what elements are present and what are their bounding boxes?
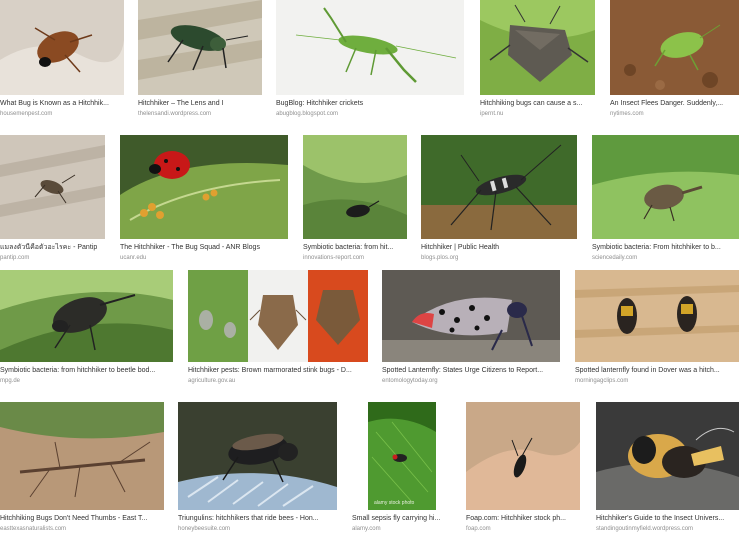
mosquito-image[interactable]: [421, 135, 577, 239]
result-caption[interactable]: Spotted Lanternfly: States Urge Citizens…: [382, 366, 560, 375]
result-caption[interactable]: Foap.com: Hitchhiker stock ph...: [466, 514, 580, 523]
image-result[interactable]: Spotted lanternfly found in Dover was a …: [575, 270, 739, 385]
result-source: blogs.plos.org: [421, 255, 459, 261]
image-result[interactable]: Hitchhiker's Guide to the Insect Univers…: [596, 402, 739, 533]
result-source: standingoutinmyfield.wordpress.com: [596, 526, 694, 532]
result-caption[interactable]: Hitchhiking bugs can cause a s...: [480, 99, 595, 108]
result-caption[interactable]: What Bug is Known as a Hitchhik...: [0, 99, 124, 108]
result-caption[interactable]: Hitchhiker – The Lens and I: [138, 99, 262, 108]
bee-closeup-image[interactable]: [596, 402, 739, 510]
image-results-grid: What Bug is Known as a Hitchhik... house…: [0, 0, 739, 542]
result-caption[interactable]: Small sepsis fly carrying hi...: [352, 514, 452, 523]
image-result[interactable]: What Bug is Known as a Hitchhik... house…: [0, 0, 124, 118]
bed-bug-image[interactable]: [0, 0, 124, 95]
image-result[interactable]: Hitchhiker – The Lens and I thelensandi.…: [138, 0, 262, 118]
weevil-green-image[interactable]: [303, 135, 407, 239]
image-result[interactable]: BugBlog: Hitchhiker crickets abugblog.bl…: [276, 0, 464, 118]
image-result[interactable]: alamy stock photo Small sepsis fly carry…: [352, 402, 452, 533]
image-result[interactable]: An Insect Flees Danger. Suddenly,... nyt…: [610, 0, 739, 118]
sepsis-fly-image[interactable]: alamy stock photo: [352, 402, 452, 510]
result-source: sciencedaily.com: [592, 255, 638, 261]
green-aphid-soil-image[interactable]: [610, 0, 739, 95]
image-result[interactable]: Hitchhiking bugs can cause a s... ipernt…: [480, 0, 595, 118]
image-result[interactable]: Hitchhiking Bugs Don't Need Thumbs - Eas…: [0, 402, 164, 533]
bee-triungulins-image[interactable]: [178, 402, 337, 510]
collage-panel-left: [188, 270, 248, 362]
result-source: mpg.de: [0, 378, 21, 384]
lanternfly-pair-image[interactable]: [575, 270, 739, 362]
result-caption[interactable]: Hitchhiker's Guide to the Insect Univers…: [596, 514, 739, 523]
result-source: agriculture.gov.au: [188, 378, 236, 384]
result-caption[interactable]: Hitchhiker pests: Brown marmorated stink…: [188, 366, 368, 375]
result-caption[interactable]: An Insect Flees Danger. Suddenly,...: [610, 99, 739, 108]
stink-bug-leaf-image[interactable]: [480, 0, 595, 95]
beetle-leaf-closeup-image[interactable]: [0, 270, 173, 362]
image-result[interactable]: แมลงตัวนี้คือตัวอะไรคะ - Pantip pantip.c…: [0, 135, 105, 262]
result-source: entomologytoday.org: [382, 378, 438, 384]
result-caption[interactable]: The Hitchhiker - The Bug Squad - ANR Blo…: [120, 243, 288, 252]
result-caption[interactable]: แมลงตัวนี้คือตัวอะไรคะ - Pantip: [0, 243, 105, 252]
image-result[interactable]: Hitchhiker | Public Health blogs.plos.or…: [421, 135, 577, 262]
image-result[interactable]: Symbiotic bacteria: from hitchhiker to b…: [0, 270, 173, 385]
beetle-on-wood-image[interactable]: [138, 0, 262, 95]
result-source: abugblog.blogspot.com: [276, 111, 339, 117]
result-source: morningagclips.com: [575, 378, 629, 384]
result-caption[interactable]: Symbiotic bacteria: From hitchhiker to b…: [592, 243, 739, 252]
result-caption[interactable]: Symbiotic bacteria: from hitchhiker to b…: [0, 366, 173, 375]
weevil-leaf-image[interactable]: [592, 135, 739, 239]
result-source: ucanr.edu: [120, 255, 147, 261]
image-result[interactable]: Foap.com: Hitchhiker stock ph... foap.co…: [466, 402, 580, 533]
result-source: honeybeesuite.com: [178, 526, 231, 532]
insect-on-finger-image[interactable]: [466, 402, 580, 510]
result-source: thelensandi.wordpress.com: [138, 111, 212, 117]
spotted-lanternfly-image[interactable]: [382, 270, 560, 362]
watermark-text: alamy stock photo: [374, 500, 415, 506]
image-result[interactable]: Spotted Lanternfly: States Urge Citizens…: [382, 270, 560, 385]
result-source: ipernt.nu: [480, 111, 504, 117]
result-caption[interactable]: BugBlog: Hitchhiker crickets: [276, 99, 464, 108]
image-result[interactable]: Hitchhiker pests: Brown marmorated stink…: [188, 270, 368, 385]
result-source: alamy.com: [352, 526, 381, 532]
result-caption[interactable]: Triungulins: hitchhikers that ride bees …: [178, 514, 337, 523]
result-caption[interactable]: Symbiotic bacteria: from hit...: [303, 243, 407, 252]
stink-bug-collage-image[interactable]: [188, 270, 368, 362]
result-source: nytimes.com: [610, 111, 644, 117]
result-caption[interactable]: Spotted lanternfly found in Dover was a …: [575, 366, 739, 375]
walking-stick-image[interactable]: [0, 402, 164, 510]
collage-panel-middle: [248, 270, 308, 362]
image-result[interactable]: Symbiotic bacteria: From hitchhiker to b…: [592, 135, 739, 262]
result-source: easttexasnaturalists.com: [0, 526, 67, 532]
ladybug-leaf-image[interactable]: [120, 135, 288, 239]
result-caption[interactable]: Hitchhiking Bugs Don't Need Thumbs - Eas…: [0, 514, 164, 523]
small-insect-wood-image[interactable]: [0, 135, 105, 239]
image-result[interactable]: Symbiotic bacteria: from hit... innovati…: [303, 135, 407, 262]
green-cricket-image[interactable]: [276, 0, 464, 95]
image-result[interactable]: The Hitchhiker - The Bug Squad - ANR Blo…: [120, 135, 288, 262]
result-source: housemenpest.com: [0, 111, 53, 117]
collage-panel-right: [308, 270, 368, 362]
result-caption[interactable]: Hitchhiker | Public Health: [421, 243, 577, 252]
result-source: innovations-report.com: [303, 255, 365, 261]
result-source: foap.com: [466, 526, 491, 532]
image-result[interactable]: Triungulins: hitchhikers that ride bees …: [178, 402, 337, 533]
result-source: pantip.com: [0, 255, 30, 261]
